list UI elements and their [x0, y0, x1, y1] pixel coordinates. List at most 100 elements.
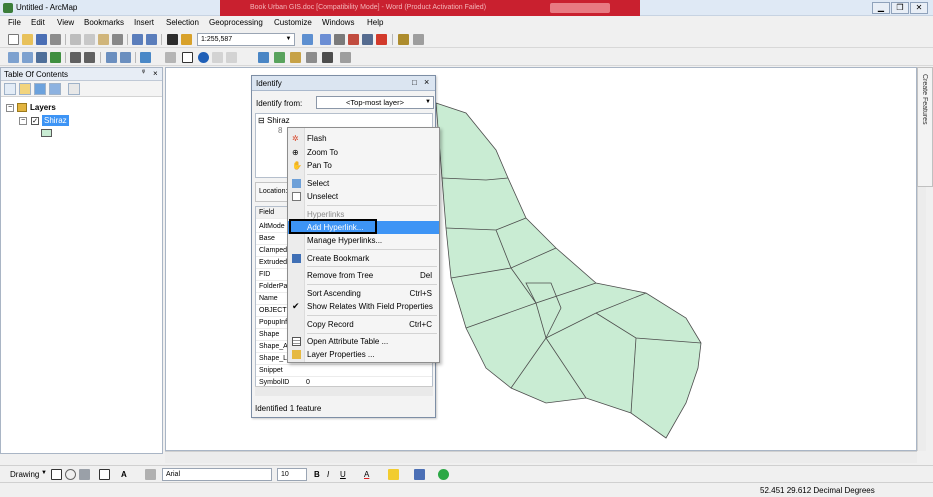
font-name-select[interactable]: Arial — [162, 468, 272, 481]
menu-insert[interactable]: Insert — [134, 18, 154, 27]
list-by-visibility-icon[interactable] — [34, 83, 46, 95]
create-features-side-tab[interactable]: Create Features — [917, 67, 933, 187]
cut-icon[interactable] — [70, 34, 81, 45]
table-row[interactable]: Snippet — [256, 365, 432, 377]
menu-item-copy-record[interactable]: Copy Record Ctrl+C — [288, 318, 439, 331]
catalog-window-icon[interactable] — [334, 34, 345, 45]
tree-layer-shiraz[interactable]: Shiraz — [267, 116, 290, 125]
select-elements-icon[interactable] — [51, 469, 62, 480]
go-back-icon[interactable] — [106, 52, 117, 63]
menu-geoprocessing[interactable]: Geoprocessing — [209, 18, 263, 27]
list-by-selection-icon[interactable] — [49, 83, 61, 95]
italic-button[interactable]: I — [327, 470, 329, 479]
close-icon[interactable]: × — [153, 69, 158, 78]
close-icon[interactable]: × — [424, 77, 429, 87]
redo-icon[interactable] — [146, 34, 157, 45]
menu-bookmarks[interactable]: Bookmarks — [84, 18, 124, 27]
copy-icon[interactable] — [84, 34, 95, 45]
hyperlink-icon[interactable] — [212, 52, 223, 63]
menu-item-show-relates[interactable]: ✔ Show Relates With Field Properties — [288, 300, 439, 313]
menu-item-remove-from-tree[interactable]: Remove from Tree Del — [288, 269, 439, 282]
menu-selection[interactable]: Selection — [166, 18, 199, 27]
python-window-icon[interactable] — [376, 34, 387, 45]
menu-windows[interactable]: Windows — [322, 18, 354, 27]
rectangle-icon[interactable] — [99, 469, 110, 480]
menu-file[interactable]: File — [8, 18, 21, 27]
layer-visibility-checkbox[interactable]: ✓ — [31, 117, 39, 125]
menu-item-pan-to[interactable]: ✋ Pan To — [288, 159, 439, 172]
font-color-button[interactable]: A — [364, 470, 369, 479]
toc-options-icon[interactable] — [68, 83, 80, 95]
data-frame-name[interactable]: Layers — [30, 103, 56, 112]
menu-item-manage-hyperlinks[interactable]: Manage Hyperlinks... — [288, 234, 439, 247]
identify-icon[interactable] — [198, 52, 209, 63]
bold-button[interactable]: B — [314, 470, 320, 479]
toolbar-options-icon[interactable] — [340, 52, 351, 63]
line-color-icon[interactable] — [414, 469, 425, 480]
identify-from-select[interactable]: <Top-most layer> ▼ — [316, 96, 434, 109]
clear-selection-icon[interactable] — [165, 52, 176, 63]
pan-icon[interactable] — [36, 52, 47, 63]
add-data-dropdown-icon[interactable] — [181, 34, 192, 45]
select-elements-icon[interactable] — [182, 52, 193, 63]
list-by-drawing-order-icon[interactable] — [4, 83, 16, 95]
grid-horizontal-scrollbar[interactable] — [255, 386, 433, 396]
paste-icon[interactable] — [98, 34, 109, 45]
menu-help[interactable]: Help — [367, 18, 383, 27]
editor-toolbar-icon[interactable] — [302, 34, 313, 45]
map-scale-box[interactable]: 1:255,587 ▼ — [197, 33, 295, 46]
collapse-icon[interactable]: − — [6, 104, 14, 112]
text-tool-icon[interactable]: A — [121, 470, 127, 479]
delete-icon[interactable] — [112, 34, 123, 45]
zoom-in-icon[interactable] — [8, 52, 19, 63]
save-icon[interactable] — [36, 34, 47, 45]
measure-icon[interactable] — [258, 52, 269, 63]
viewer-window-icon[interactable] — [322, 52, 333, 63]
undo-icon[interactable] — [132, 34, 143, 45]
menu-item-sort-ascending[interactable]: Sort Ascending Ctrl+S — [288, 287, 439, 300]
drawing-menu[interactable]: Drawing — [10, 470, 39, 479]
add-data-icon[interactable] — [167, 34, 178, 45]
print-icon[interactable] — [50, 34, 61, 45]
rotate-icon[interactable] — [65, 469, 76, 480]
go-to-xy-icon[interactable] — [290, 52, 301, 63]
fixed-zoom-in-icon[interactable] — [70, 52, 81, 63]
chevron-down-icon[interactable]: ▼ — [425, 97, 431, 108]
find-icon[interactable] — [274, 52, 285, 63]
chevron-down-icon[interactable]: ▼ — [284, 35, 293, 44]
html-popup-icon[interactable] — [226, 52, 237, 63]
open-folder-icon[interactable] — [22, 34, 33, 45]
new-document-icon[interactable] — [8, 34, 19, 45]
menu-edit[interactable]: Edit — [31, 18, 45, 27]
minimize-button[interactable]: ▁ — [872, 2, 890, 14]
menu-item-open-attribute-table[interactable]: Open Attribute Table ... — [288, 335, 439, 348]
menu-item-zoom-to[interactable]: ⊕ Zoom To — [288, 146, 439, 159]
zoom-out-icon[interactable] — [22, 52, 33, 63]
close-button[interactable]: ✕ — [910, 2, 928, 14]
menu-item-select[interactable]: Select — [288, 177, 439, 190]
search-window-icon[interactable] — [348, 34, 359, 45]
menu-item-create-bookmark[interactable]: Create Bookmark — [288, 252, 439, 265]
underline-button[interactable]: U — [340, 470, 346, 479]
arctoolbox-icon[interactable] — [362, 34, 373, 45]
toc-window-icon[interactable] — [320, 34, 331, 45]
select-features-icon[interactable] — [140, 52, 151, 63]
tree-collapse-icon[interactable]: ⊟ — [258, 116, 265, 125]
tree-feature-8[interactable]: 8 — [278, 126, 282, 135]
list-by-source-icon[interactable] — [19, 83, 31, 95]
maximize-icon[interactable]: □ — [412, 78, 417, 87]
zoom-to-elements-icon[interactable] — [79, 469, 90, 480]
layer-name-shiraz[interactable]: Shiraz — [42, 115, 69, 126]
fill-color-icon[interactable] — [388, 469, 399, 480]
toolbar-options-icon[interactable] — [413, 34, 424, 45]
collapse-icon[interactable]: − — [19, 117, 27, 125]
menu-view[interactable]: View — [57, 18, 74, 27]
fixed-zoom-out-icon[interactable] — [84, 52, 95, 63]
layer-symbol-swatch[interactable] — [41, 129, 52, 137]
map-horizontal-scrollbar[interactable] — [165, 451, 917, 463]
full-extent-icon[interactable] — [50, 52, 61, 63]
restore-button[interactable]: ❐ — [891, 2, 909, 14]
menu-customize[interactable]: Customize — [274, 18, 312, 27]
go-forward-icon[interactable] — [120, 52, 131, 63]
marker-color-icon[interactable] — [438, 469, 449, 480]
